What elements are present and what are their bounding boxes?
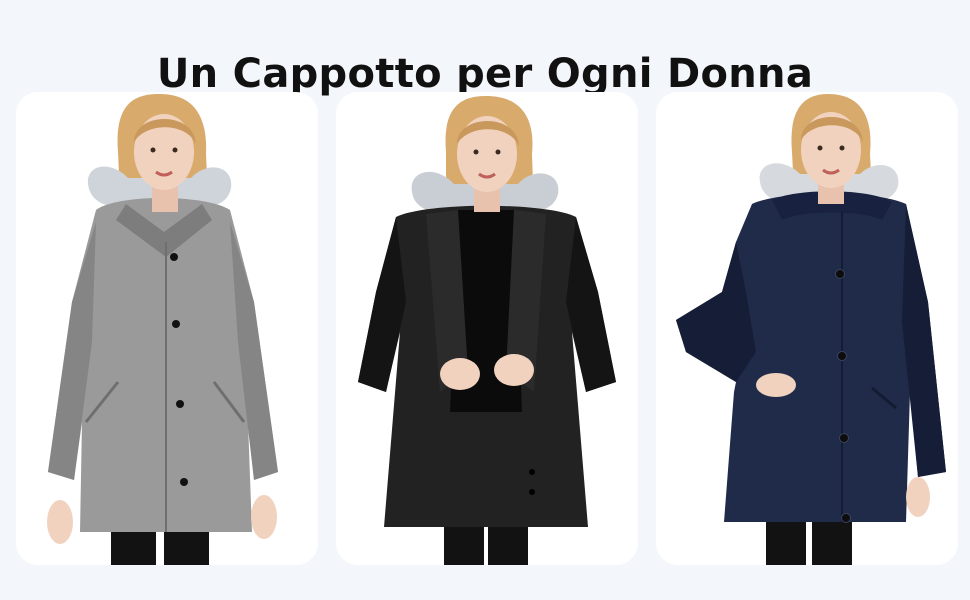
- hand: [47, 500, 73, 544]
- eye: [172, 147, 178, 153]
- coat-button: [180, 478, 188, 486]
- coat-button: [839, 433, 849, 443]
- coat-button: [529, 469, 535, 475]
- product-card-navy[interactable]: [656, 92, 958, 565]
- eye: [473, 149, 479, 155]
- coat-button: [170, 253, 178, 261]
- coat-button: [835, 269, 845, 279]
- eye: [817, 145, 823, 151]
- pants: [766, 517, 806, 565]
- model-black-coat-image: [358, 96, 616, 565]
- eye: [495, 149, 501, 155]
- coat-button: [172, 320, 180, 328]
- product-card-black[interactable]: [336, 92, 638, 565]
- hand: [756, 373, 796, 397]
- hand: [494, 354, 534, 386]
- coat-button: [529, 489, 535, 495]
- page-title: Un Cappotto per Ogni Donna: [156, 50, 814, 97]
- hand: [906, 477, 930, 517]
- product-card-grey[interactable]: [16, 92, 318, 565]
- eye: [150, 147, 156, 153]
- model-navy-coat-image: [676, 94, 946, 565]
- coat-button: [176, 400, 184, 408]
- coat-button: [841, 513, 851, 523]
- model-grey-coat-image: [47, 94, 278, 565]
- hand: [251, 495, 277, 539]
- coat-button: [837, 351, 847, 361]
- eye: [839, 145, 845, 151]
- pants: [812, 517, 852, 565]
- hand: [440, 358, 480, 390]
